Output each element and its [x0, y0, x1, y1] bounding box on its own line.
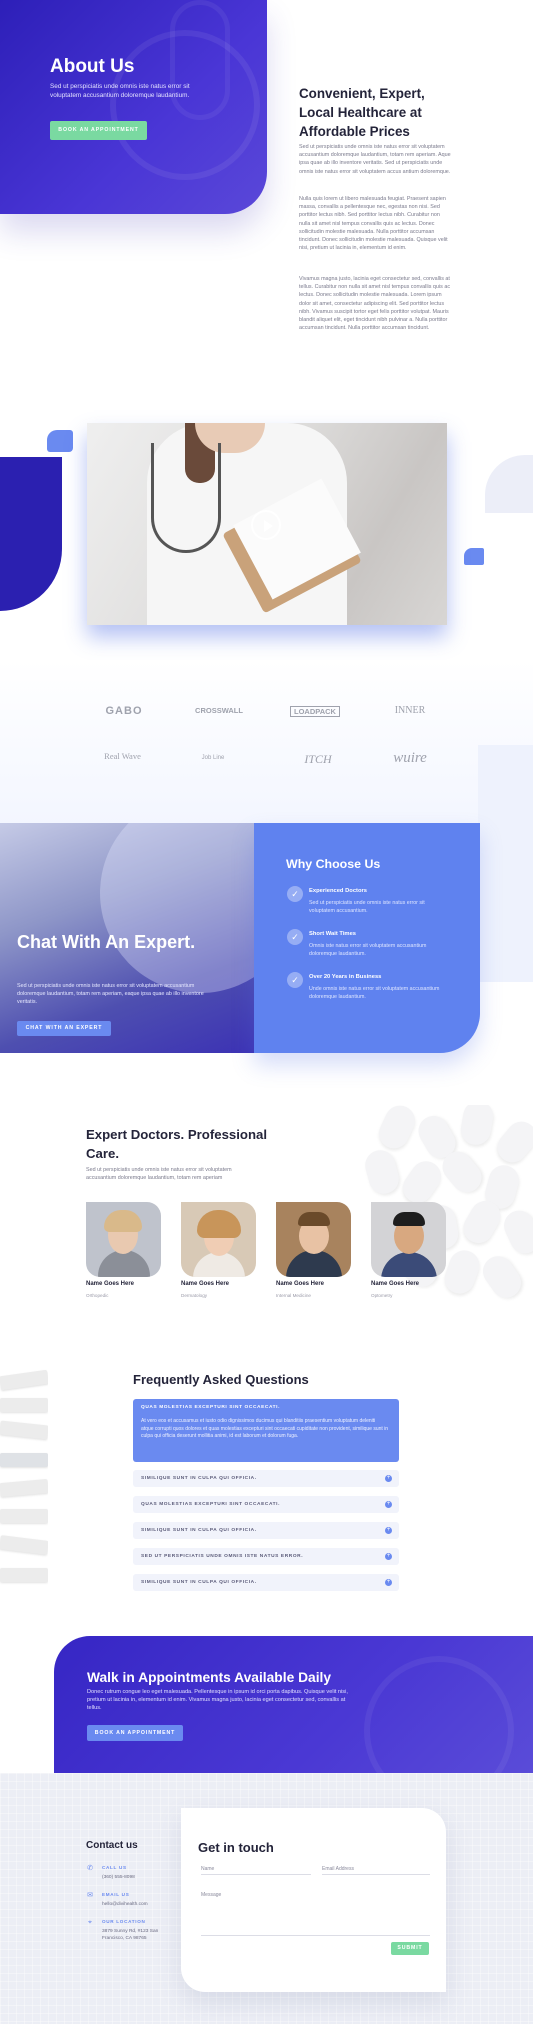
walk-in-title: Walk in Appointments Available Daily — [87, 1670, 332, 1685]
form-title: Get in touch — [198, 1840, 274, 1855]
faq-question: SIMILIQUE SUNT IN CULPA QUI OFFICIA. — [141, 1527, 257, 1533]
stethoscope-tube-decoration — [170, 0, 230, 120]
logo-gabo: GABO — [105, 705, 143, 717]
hero-title: About Us — [50, 56, 135, 77]
location-value: 3879 Sunny Rd, #123 San Francisco, CA 98… — [102, 1929, 159, 1941]
submit-button[interactable]: SUBMIT — [391, 1942, 429, 1955]
location-label: OUR LOCATION — [102, 1919, 146, 1924]
logos-section — [0, 660, 533, 825]
doctor-photo — [276, 1202, 351, 1277]
faq-open-answer: At vero eos et accusamus et iusto odio d… — [141, 1418, 389, 1440]
decorative-square — [464, 548, 484, 565]
decorative-panel-right — [478, 745, 533, 982]
why-item-text: Omnis iste natus error sit voluptatem ac… — [309, 943, 427, 957]
location-pin-icon: ⌖ — [88, 1919, 92, 1926]
faq-item[interactable]: SIMILIQUE SUNT IN CULPA QUI OFFICIA. + — [133, 1574, 399, 1591]
doctor-role: Dermatology — [181, 1293, 208, 1298]
logo-crosswall: CROSSWALL — [195, 706, 243, 715]
email-label: EMAIL US — [102, 1892, 130, 1897]
logo-real-wave: Real Wave — [104, 751, 141, 761]
walk-in-text: Donec rutrum congue leo eget malesuada. … — [87, 1689, 348, 1711]
message-field[interactable]: Message — [201, 1890, 430, 1936]
faq-title: Frequently Asked Questions — [133, 1372, 309, 1387]
decorative-shape-right — [485, 455, 533, 513]
faq-item[interactable]: SIMILIQUE SUNT IN CULPA QUI OFFICIA. + — [133, 1522, 399, 1539]
doctor-role: Optometry — [371, 1293, 393, 1298]
intro-title: Convenient, Expert, Local Healthcare at … — [299, 86, 425, 139]
call-value[interactable]: (360) 555-8098 — [102, 1874, 182, 1881]
intro-paragraph-3: Vivamus magna justo, lacinia eget consec… — [299, 276, 451, 332]
expand-icon[interactable]: + — [385, 1501, 392, 1508]
why-item-title: Over 20 Years in Business — [309, 974, 382, 980]
intro-paragraph-2: Nulla quis lorem ut libero malesuada feu… — [299, 196, 448, 252]
doctor-role: Orthopedic — [86, 1293, 109, 1298]
faq-item[interactable]: QUAS MOLESTIAS EXCEPTURI SINT OCCAECATI.… — [133, 1496, 399, 1513]
decorative-square — [47, 430, 73, 452]
check-icon: ✓ — [287, 972, 303, 988]
doctor-name: Name Goes Here — [181, 1281, 230, 1287]
hero-text: Sed ut perspiciatis unde omnis iste natu… — [50, 83, 190, 99]
doctor-name: Name Goes Here — [276, 1281, 325, 1287]
expand-icon[interactable]: + — [385, 1553, 392, 1560]
faq-question: QUAS MOLESTIAS EXCEPTURI SINT OCCAECATI. — [141, 1501, 281, 1507]
email-icon: ✉ — [87, 1892, 93, 1899]
email-field[interactable]: Email Address — [322, 1864, 430, 1875]
faq-open-question[interactable]: QUAS MOLESTIAS EXCEPTURI SINT OCCAECATI. — [141, 1405, 280, 1410]
expand-icon[interactable]: + — [385, 1527, 392, 1534]
doctor-photo — [86, 1202, 161, 1277]
chat-title: Chat With An Expert. — [17, 932, 196, 952]
why-title: Why Choose Us — [286, 857, 381, 871]
doctor-photo — [371, 1202, 446, 1277]
play-icon[interactable] — [251, 510, 281, 540]
phone-icon: ✆ — [87, 1865, 93, 1872]
expand-icon[interactable]: + — [385, 1475, 392, 1482]
decorative-shape-left — [0, 457, 62, 611]
logo-loadpack: LOADPACK — [290, 706, 340, 717]
check-icon: ✓ — [287, 929, 303, 945]
faq-question: SIMILIQUE SUNT IN CULPA QUI OFFICIA. — [141, 1475, 257, 1481]
doctor-name: Name Goes Here — [86, 1281, 135, 1287]
doctor-role: Internal Medicine — [276, 1293, 311, 1298]
doctors-text: Sed ut perspiciatis unde omnis iste natu… — [86, 1167, 232, 1181]
faq-question: SIMILIQUE SUNT IN CULPA QUI OFFICIA. — [141, 1579, 257, 1585]
logo-wuire: wuire — [393, 750, 427, 766]
faq-item[interactable]: SIMILIQUE SUNT IN CULPA QUI OFFICIA. + — [133, 1470, 399, 1487]
why-item-title: Experienced Doctors — [309, 888, 367, 894]
doctors-title: Expert Doctors. Professional Care. — [86, 1127, 268, 1161]
check-icon: ✓ — [287, 886, 303, 902]
stethoscope-decoration — [364, 1656, 514, 1773]
call-label: CALL US — [102, 1865, 127, 1870]
expand-icon[interactable]: + — [385, 1579, 392, 1586]
logo-itch: ITCH — [304, 752, 332, 766]
name-field[interactable]: Name — [201, 1864, 311, 1875]
why-item-text: Unde omnis iste natus error sit voluptat… — [309, 986, 440, 1000]
book-appointment-button[interactable]: BOOK AN APPOINTMENT — [50, 121, 147, 140]
chat-with-expert-button[interactable]: CHAT WITH AN EXPERT — [17, 1021, 111, 1036]
logo-inner: INNER — [394, 705, 426, 716]
email-value[interactable]: hello@divihealth.com — [102, 1901, 182, 1908]
chat-text: Sed ut perspiciatis unde omnis iste natu… — [17, 983, 204, 1005]
why-item-title: Short Wait Times — [309, 931, 357, 937]
faq-question: SED UT PERSPICIATIS UNDE OMNIS ISTE NATU… — [141, 1553, 304, 1559]
walk-in-book-button[interactable]: BOOK AN APPOINTMENT — [87, 1725, 183, 1741]
doctor-name: Name Goes Here — [371, 1281, 420, 1287]
why-item-text: Sed ut perspiciatis unde omnis iste natu… — [309, 900, 425, 914]
contact-title: Contact us — [86, 1840, 138, 1851]
hero-banner — [0, 0, 267, 214]
faq-item[interactable]: SED UT PERSPICIATIS UNDE OMNIS ISTE NATU… — [133, 1548, 399, 1565]
doctor-photo — [181, 1202, 256, 1277]
intro-paragraph-1: Sed ut perspiciatis unde omnis iste natu… — [299, 144, 451, 175]
logo-job-line: Job Line — [201, 755, 225, 761]
books-decoration — [0, 1363, 48, 1603]
